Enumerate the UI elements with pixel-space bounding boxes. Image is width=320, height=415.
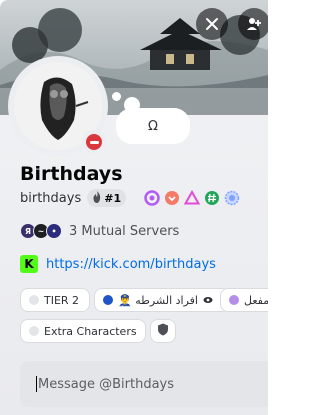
mic-muted-icon bbox=[204, 16, 220, 32]
text-caret bbox=[36, 376, 37, 392]
role-chip[interactable]: Extra Characters bbox=[20, 319, 146, 343]
role-color-dot bbox=[29, 326, 39, 336]
role-chip[interactable]: 👮‍♂️ افراد الشرطه bbox=[94, 288, 230, 312]
display-name[interactable]: Birthdays bbox=[20, 163, 123, 185]
custom-status[interactable]: Ω bbox=[116, 108, 190, 144]
rank-pill[interactable]: #1 bbox=[87, 189, 127, 207]
kick-link[interactable]: https://kick.com/birthdays bbox=[46, 257, 216, 272]
role-color-dot bbox=[229, 295, 239, 305]
badge-list bbox=[144, 190, 240, 206]
profile-popout: Ω Birthdays birthdays #1 Я ~ • 3 Mutual … bbox=[0, 0, 268, 415]
flame-icon bbox=[92, 190, 102, 206]
username[interactable]: birthdays bbox=[20, 191, 81, 206]
role-color-dot bbox=[103, 295, 113, 305]
mutual-server-icons: Я ~ • bbox=[20, 223, 62, 239]
mute-button[interactable] bbox=[196, 8, 228, 40]
mutual-servers-label: 3 Mutual Servers bbox=[69, 223, 180, 239]
role-chip[interactable]: TIER 2 bbox=[20, 288, 90, 312]
hypesquad-badge-icon[interactable] bbox=[164, 190, 180, 206]
shield-icon bbox=[157, 323, 169, 339]
custom-status-text: Ω bbox=[148, 118, 158, 134]
server-icon: • bbox=[46, 223, 62, 239]
status-bubble-dot bbox=[112, 92, 121, 101]
message-placeholder: Message @Birthdays bbox=[38, 376, 175, 392]
eye-icon bbox=[203, 294, 213, 307]
role-label: Extra Characters bbox=[44, 324, 137, 338]
nitro-badge-icon[interactable] bbox=[144, 190, 160, 206]
hashtag-badge-icon[interactable] bbox=[204, 190, 220, 206]
avatar-container[interactable] bbox=[8, 56, 108, 156]
add-friend-button[interactable] bbox=[238, 8, 268, 40]
rank-label: #1 bbox=[104, 191, 122, 205]
mutual-servers[interactable]: Я ~ • 3 Mutual Servers bbox=[20, 221, 179, 241]
message-input[interactable]: Message @Birthdays bbox=[20, 361, 268, 407]
do-not-disturb-icon bbox=[86, 134, 102, 150]
status-indicator bbox=[82, 130, 106, 154]
connection-link-row: K https://kick.com/birthdays bbox=[20, 254, 216, 274]
role-chip[interactable]: مفعل bbox=[220, 288, 268, 312]
kick-logo-icon: K bbox=[20, 255, 38, 273]
triangle-badge-icon[interactable] bbox=[184, 190, 201, 206]
add-role-button[interactable] bbox=[150, 319, 176, 343]
add-friend-icon bbox=[246, 16, 262, 32]
role-color-dot bbox=[29, 295, 39, 305]
gem-badge-icon[interactable] bbox=[224, 190, 240, 206]
role-label: مفعل bbox=[244, 293, 268, 307]
username-row: birthdays #1 bbox=[20, 188, 240, 208]
role-label: 👮‍♂️ افراد الشرطه bbox=[118, 293, 198, 307]
role-label: TIER 2 bbox=[44, 293, 80, 307]
